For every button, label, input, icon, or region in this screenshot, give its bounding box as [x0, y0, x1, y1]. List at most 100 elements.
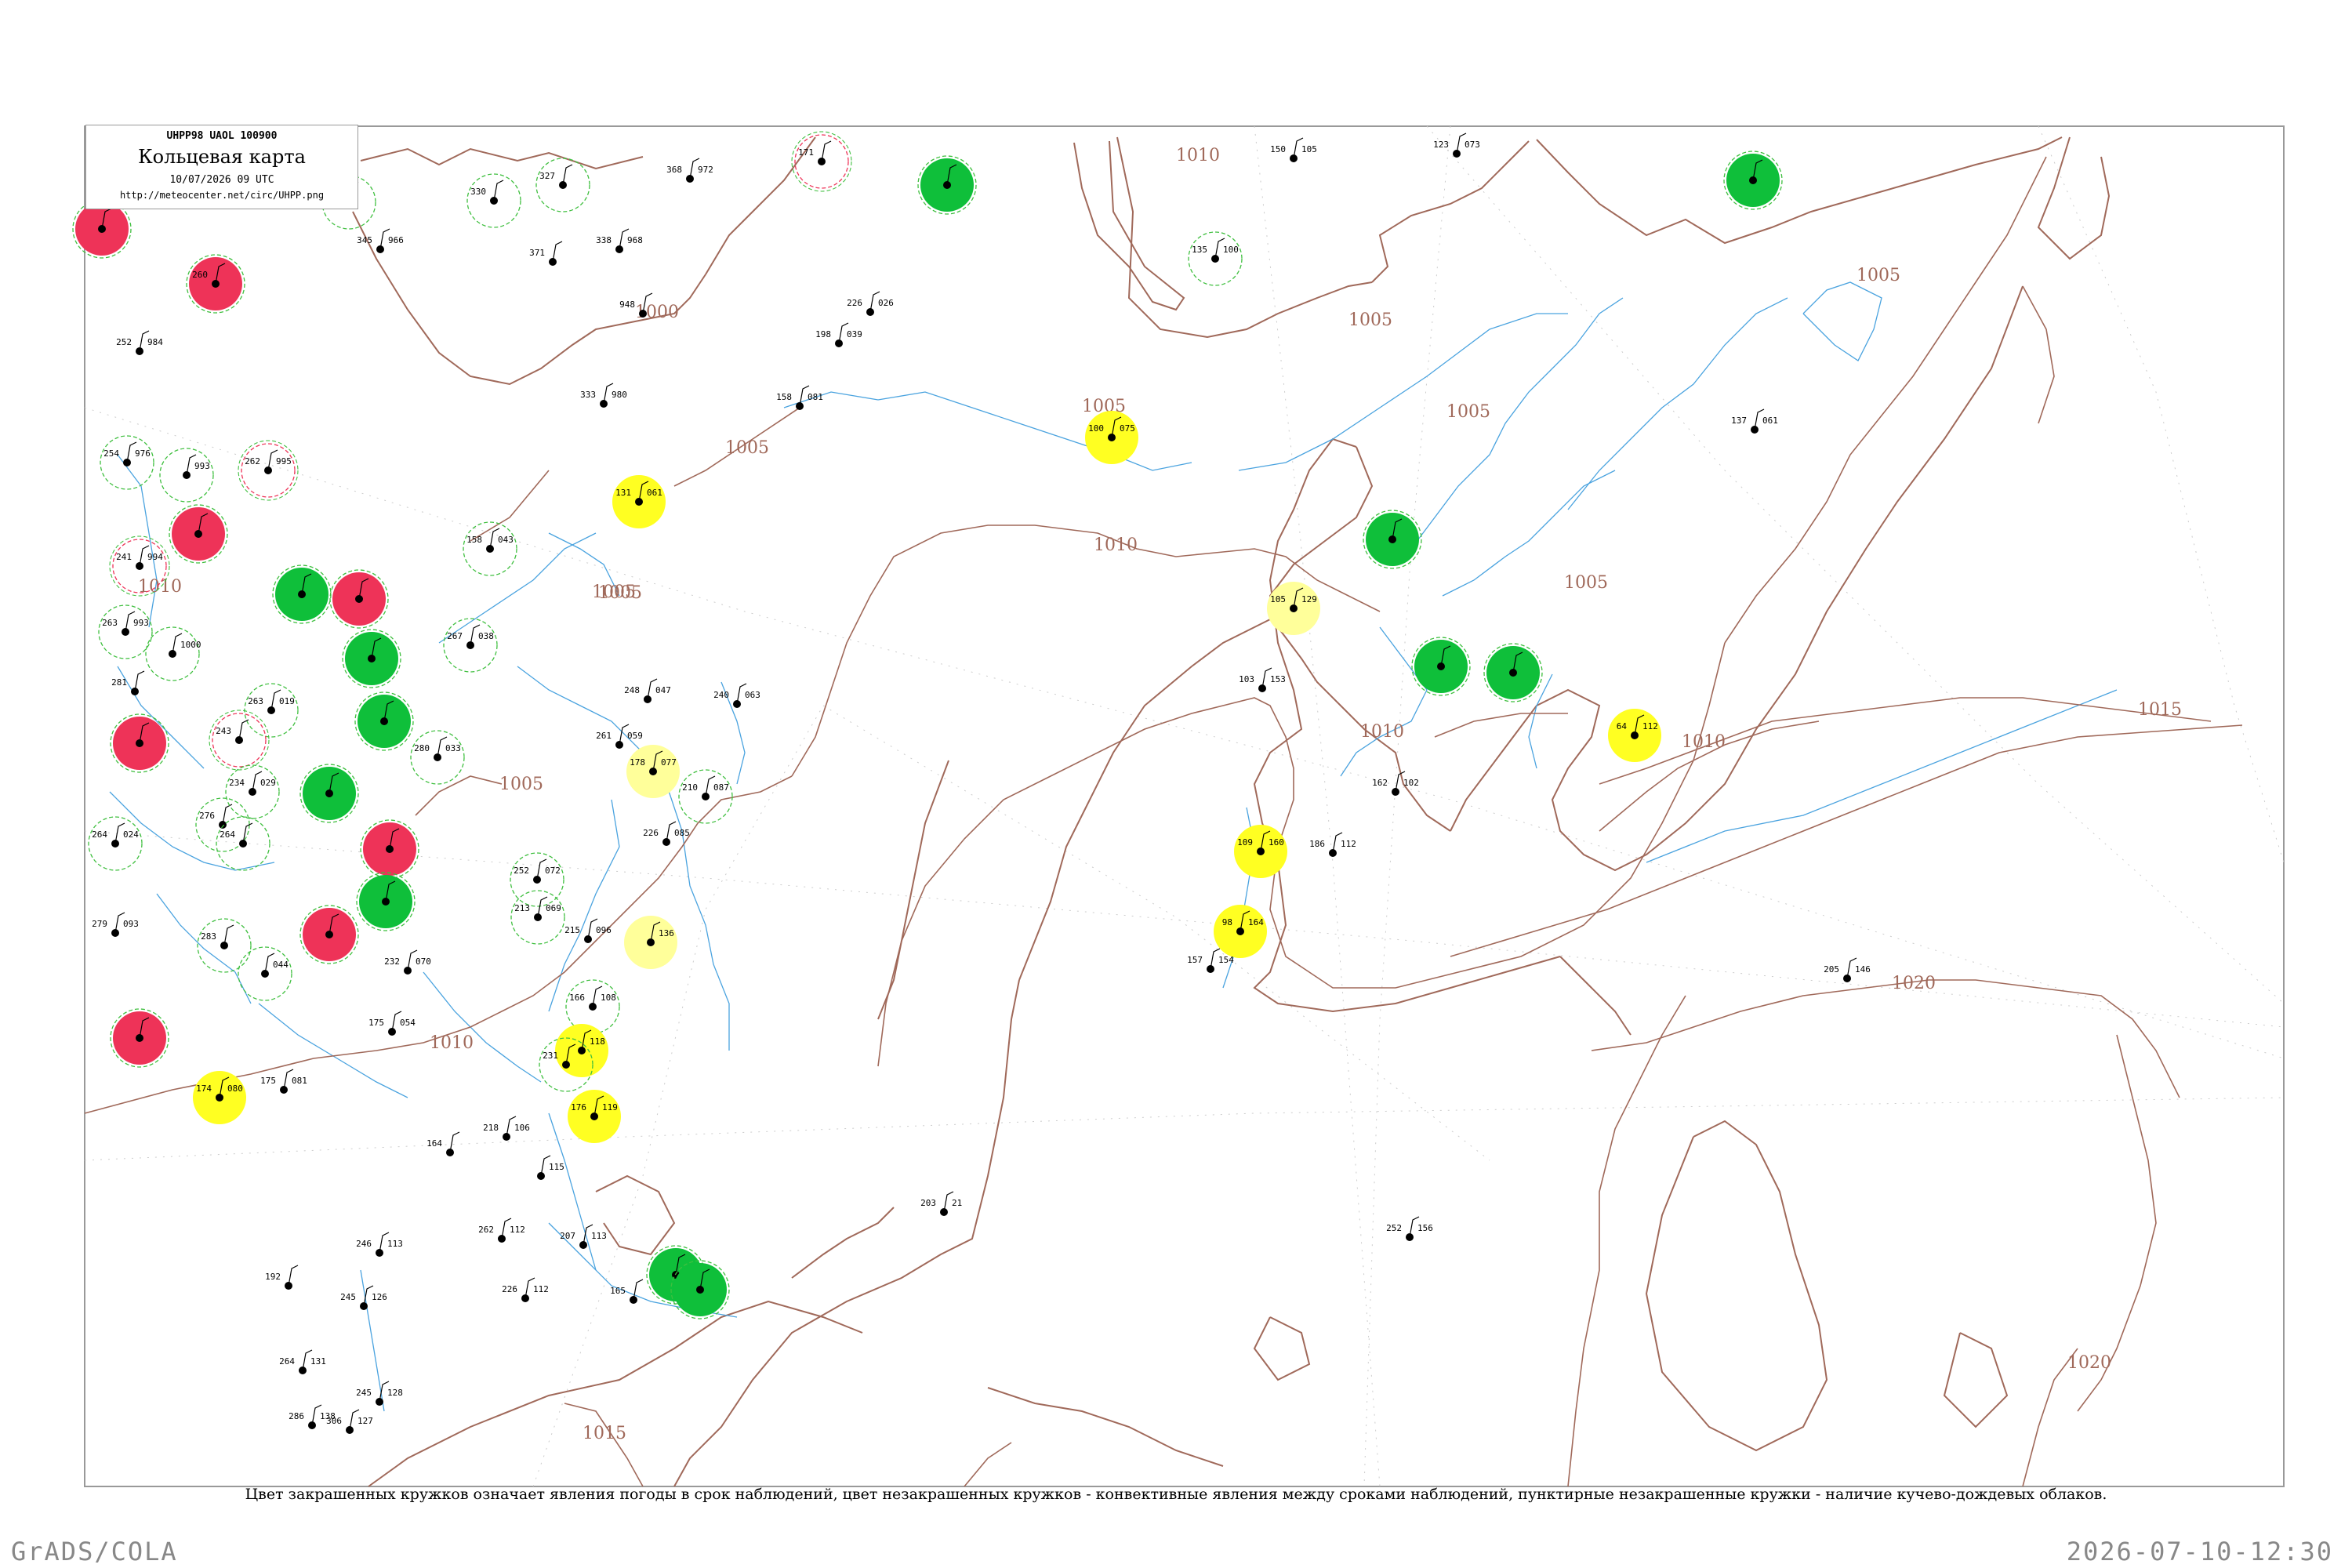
station-temperature: 137: [1731, 416, 1747, 426]
station-temperature: 264: [279, 1356, 295, 1367]
station-temperature: 254: [103, 448, 119, 459]
station-temperature: 171: [798, 147, 814, 158]
station-temperature: 234: [229, 778, 245, 788]
weather-station: 330: [466, 173, 521, 228]
station-temperature: 263: [102, 618, 118, 628]
station-temperature: 246: [356, 1239, 372, 1249]
station-pressure: 105: [1301, 144, 1317, 154]
station-temperature: 252: [1386, 1223, 1402, 1233]
weather-station: 137 061: [1731, 408, 1778, 434]
weather-station: 164: [426, 1131, 460, 1156]
weather-station: 175 054: [368, 1011, 416, 1036]
station-pressure: 080: [227, 1083, 243, 1094]
weather-station: 105 129: [1267, 582, 1320, 635]
weather-station: [917, 155, 977, 215]
weather-station: 203 21: [920, 1191, 962, 1216]
station-temperature: 203: [920, 1198, 936, 1208]
station-temperature: 240: [713, 690, 729, 700]
station-temperature: 192: [265, 1272, 281, 1282]
station-pressure: 112: [533, 1284, 549, 1294]
weather-station: [1483, 643, 1543, 702]
station-pressure: 156: [1417, 1223, 1433, 1233]
station-temperature: 98: [1222, 917, 1232, 927]
station-pressure: 113: [591, 1231, 607, 1241]
weather-station: 176 119: [568, 1090, 621, 1143]
station-pressure: 043: [498, 535, 514, 545]
station-pressure: 21: [952, 1198, 962, 1208]
isobar-label: 1010: [1360, 722, 1404, 742]
station-pressure: 984: [147, 337, 163, 347]
weather-station: 267 038: [443, 618, 498, 673]
weather-station: 207 113: [560, 1224, 607, 1249]
station-temperature: 158: [466, 535, 482, 545]
weather-station: 264 024: [88, 816, 143, 871]
station-pressure: 112: [1341, 839, 1356, 849]
weather-station: 338 968: [596, 228, 643, 253]
weather-station: 158 081: [776, 385, 823, 410]
station-pressure: 081: [808, 392, 823, 402]
weather-station: [110, 713, 169, 773]
weather-station: 226 026: [847, 291, 894, 316]
weather-station: 226 085: [643, 821, 690, 846]
station-pressure: 059: [627, 731, 643, 741]
station-temperature: 338: [596, 235, 612, 245]
weather-station: [169, 504, 228, 564]
station-temperature: 276: [199, 811, 215, 821]
weather-station: 186 112: [1309, 832, 1356, 857]
station-pressure: 044: [273, 960, 289, 970]
station-temperature: 226: [847, 298, 862, 308]
station-pressure: 966: [388, 235, 404, 245]
weather-station: 368 972: [666, 158, 713, 183]
station-pressure: 112: [510, 1225, 525, 1235]
station-pressure: 096: [596, 925, 612, 935]
weather-station: 198 039: [815, 322, 862, 347]
station-pressure: 019: [279, 696, 295, 706]
weather-station: 115: [537, 1155, 564, 1180]
weather-station: 175 081: [260, 1069, 307, 1094]
station-temperature: 162: [1372, 778, 1388, 788]
weather-station: 178 077: [626, 745, 680, 798]
weather-station: 263 019: [244, 683, 299, 738]
isobar-label: 1010: [430, 1033, 474, 1053]
station-temperature: 105: [1270, 594, 1286, 604]
station-pressure: 039: [847, 329, 862, 339]
weather-station: 131 061: [612, 475, 666, 528]
isobar-label: 1005: [1857, 266, 1900, 285]
station-pressure: 033: [445, 743, 461, 753]
weather-station: 158 043: [463, 521, 517, 576]
station-temperature: 245: [340, 1292, 356, 1302]
station-temperature: 368: [666, 165, 682, 175]
station-temperature: 948: [619, 299, 635, 310]
map-footnote: Цвет закрашенных кружков означает явлени…: [245, 1486, 2107, 1503]
station-pressure: 026: [878, 298, 894, 308]
weather-station: 123 073: [1433, 132, 1480, 158]
isobar-label: 1005: [725, 438, 769, 458]
station-temperature: 260: [192, 270, 208, 280]
station-pressure: 093: [123, 919, 139, 929]
station-pressure: 063: [745, 690, 760, 700]
station-pressure: 075: [1120, 423, 1135, 434]
station-temperature: 264: [220, 829, 235, 840]
weather-station: 205 146: [1824, 957, 1871, 982]
weather-station: 260: [186, 254, 245, 314]
station-temperature: 232: [384, 956, 400, 967]
isobar-label: 1020: [1892, 974, 1936, 993]
station-temperature: 158: [776, 392, 792, 402]
station-temperature: 327: [539, 171, 555, 181]
station-pressure: 118: [590, 1036, 605, 1047]
station-temperature: 207: [560, 1231, 575, 1241]
map-url[interactable]: http://meteocenter.net/circ/UHPP.png: [86, 190, 358, 201]
station-pressure: 072: [545, 866, 561, 876]
weather-station: [342, 629, 401, 688]
isobar-label: 1005: [1564, 573, 1608, 593]
station-temperature: 231: [543, 1051, 558, 1061]
weather-station: 280 033: [410, 730, 465, 785]
weather-station: 252 072: [510, 852, 564, 907]
station-temperature: 164: [426, 1138, 442, 1149]
station-pressure: 113: [387, 1239, 403, 1249]
weather-station: 044: [238, 946, 292, 1001]
station-pressure: 085: [674, 828, 690, 838]
station-temperature: 186: [1309, 839, 1325, 849]
station-pressure: 073: [1465, 140, 1480, 150]
weather-station: [1411, 637, 1471, 696]
